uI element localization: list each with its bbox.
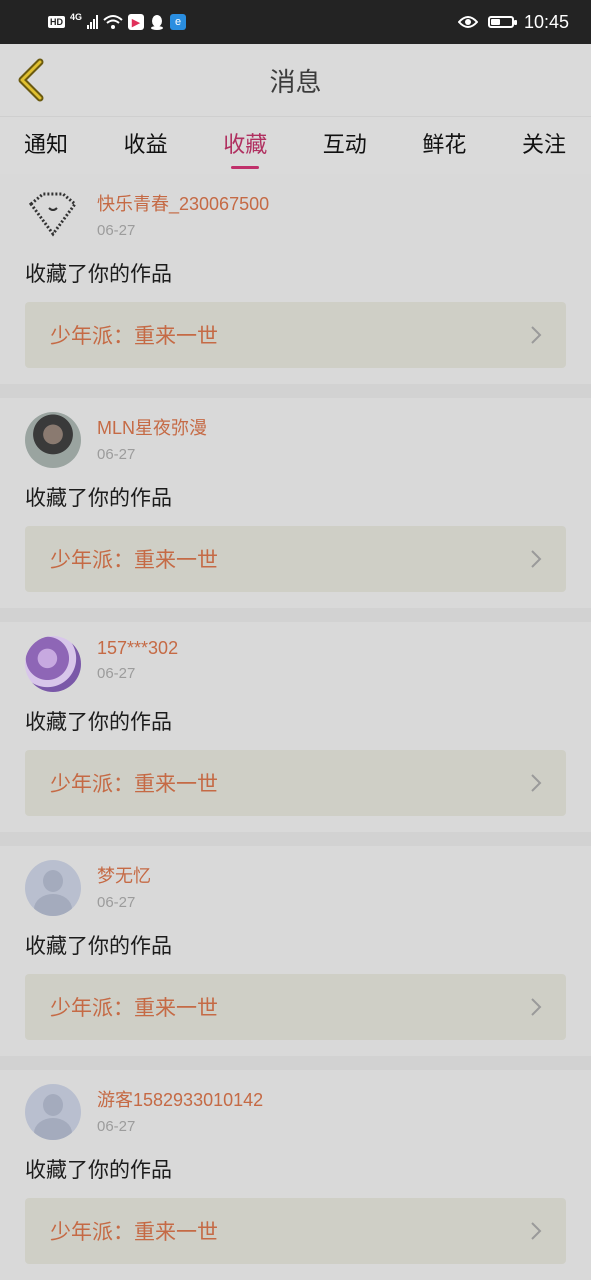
chevron-right-icon (531, 1222, 542, 1240)
battery-icon (487, 16, 517, 28)
tab-3[interactable]: 互动 (323, 127, 367, 165)
page-title: 消息 (269, 67, 322, 98)
username[interactable]: 快乐青春_230067500 (97, 190, 269, 216)
network-type: 4G (70, 12, 83, 22)
action-text: 收藏了你的作品 (25, 262, 172, 286)
user-row: 157***302 06-27 (25, 636, 566, 698)
user-info: 157***302 06-27 (97, 636, 178, 682)
work-title: 少年派：重来一世 (50, 996, 218, 1020)
tab-5[interactable]: 关注 (522, 127, 566, 165)
work-card[interactable]: 少年派：重来一世 (25, 302, 566, 368)
chevron-right-icon (531, 998, 542, 1016)
user-row: 游客1582933010142 06-27 (25, 1084, 566, 1146)
work-card[interactable]: 少年派：重来一世 (25, 526, 566, 592)
avatar[interactable] (25, 1084, 81, 1140)
work-card[interactable]: 少年派：重来一世 (25, 1198, 566, 1264)
qq-icon (151, 15, 164, 30)
tab-2[interactable]: 收藏 (223, 127, 267, 169)
user-info: MLN星夜弥漫 06-27 (97, 412, 207, 463)
video-app-icon: ▶ (128, 14, 145, 30)
list-item: MLN星夜弥漫 06-27 收藏了你的作品少年派：重来一世 (0, 398, 591, 608)
signal-icon (87, 15, 99, 29)
list-item: 快乐青春_230067500 06-27 收藏了你的作品少年派：重来一世 (0, 174, 591, 384)
username[interactable]: 游客1582933010142 (97, 1086, 263, 1112)
message-date: 06-27 (97, 894, 136, 911)
chevron-right-icon (531, 774, 542, 792)
user-row: 快乐青春_230067500 06-27 (25, 188, 566, 250)
avatar[interactable] (25, 636, 81, 692)
message-date: 06-27 (97, 446, 136, 463)
list-item: 游客1582933010142 06-27 收藏了你的作品少年派：重来一世 (0, 1070, 591, 1280)
action-text: 收藏了你的作品 (25, 1158, 172, 1182)
avatar[interactable] (25, 188, 81, 244)
work-title: 少年派：重来一世 (50, 772, 218, 796)
user-row: 梦无忆 06-27 (25, 860, 566, 922)
message-date: 06-27 (97, 1118, 136, 1135)
message-date: 06-27 (97, 665, 136, 682)
list-item: 157***302 06-27 收藏了你的作品少年派：重来一世 (0, 622, 591, 832)
action-text: 收藏了你的作品 (25, 934, 172, 958)
wifi-icon (103, 15, 123, 29)
work-card[interactable]: 少年派：重来一世 (25, 974, 566, 1040)
user-row: MLN星夜弥漫 06-27 (25, 412, 566, 474)
avatar[interactable] (25, 412, 81, 468)
work-title: 少年派：重来一世 (50, 324, 218, 348)
action-text: 收藏了你的作品 (25, 486, 172, 510)
header-bar: 消息 (0, 44, 591, 116)
message-date: 06-27 (97, 222, 136, 239)
clock: 10:45 (523, 11, 569, 32)
status-right: 10:45 (457, 11, 569, 33)
avatar[interactable] (25, 860, 81, 916)
chevron-right-icon (531, 326, 542, 344)
tab-4[interactable]: 鲜花 (422, 127, 466, 165)
chevron-right-icon (531, 550, 542, 568)
message-list: 快乐青春_230067500 06-27 收藏了你的作品 少年派：重来一世 MLN星夜弥… (0, 174, 591, 1280)
user-info: 游客1582933010142 06-27 (97, 1084, 263, 1135)
username[interactable]: 梦无忆 (97, 862, 151, 888)
user-info: 梦无忆 06-27 (97, 860, 151, 911)
eye-icon (457, 16, 478, 28)
status-left: HD 4G ▶ e (48, 12, 187, 30)
action-text: 收藏了你的作品 (25, 710, 172, 734)
tab-1[interactable]: 收益 (124, 127, 168, 165)
tab-bar: 通知 收益 收藏 互动 鲜花 关注 (0, 116, 591, 174)
work-card[interactable]: 少年派：重来一世 (25, 750, 566, 816)
battery-level (490, 19, 500, 25)
user-info: 快乐青春_230067500 06-27 (97, 188, 269, 239)
browser-app-icon: e (170, 14, 187, 30)
hd-indicator: HD (48, 16, 65, 28)
work-title: 少年派：重来一世 (50, 548, 218, 572)
username[interactable]: MLN星夜弥漫 (97, 414, 207, 440)
chevron-left-icon[interactable] (14, 58, 48, 102)
status-bar: HD 4G ▶ e 10:45 (0, 0, 591, 44)
list-item: 梦无忆 06-27 收藏了你的作品少年派：重来一世 (0, 846, 591, 1056)
username[interactable]: 157***302 (97, 638, 178, 659)
work-title: 少年派：重来一世 (50, 1220, 218, 1244)
tab-0[interactable]: 通知 (24, 127, 68, 165)
